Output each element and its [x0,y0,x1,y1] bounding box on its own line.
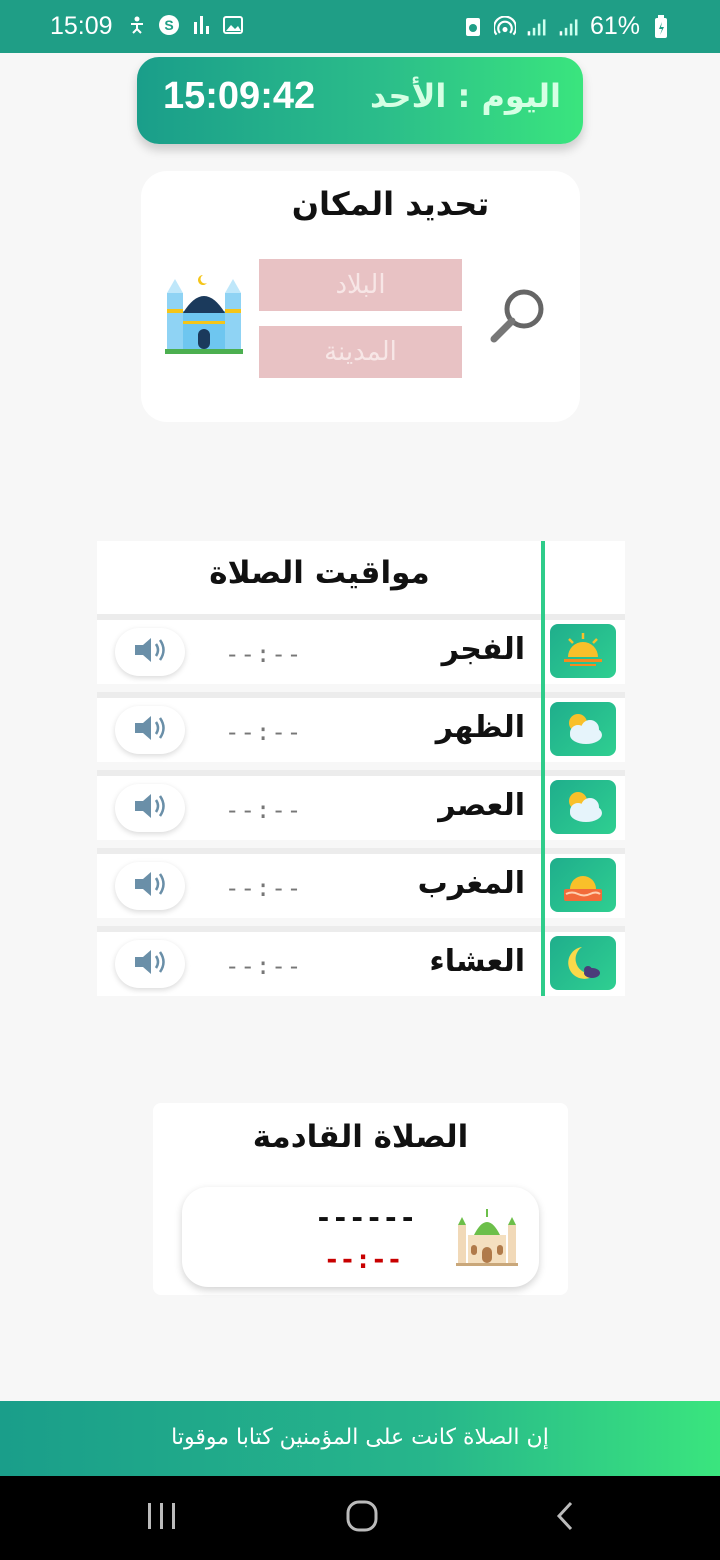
speaker-icon [131,868,169,904]
prayer-row-dhuhr: الظهر --:-- [97,692,625,762]
current-day: اليوم : الأحد [370,77,561,115]
accessibility-icon [126,14,148,36]
sun-cloud-icon [550,702,616,756]
battery-percent: 61% [589,12,640,40]
recent-apps-icon [145,1501,179,1535]
location-title: تحديد المكان [291,185,490,223]
prayer-name: العصر [438,788,525,823]
hotspot-icon [493,15,516,38]
prayer-times-header: مواقيت الصلاة [97,541,625,614]
prayer-time: --:-- [225,640,303,668]
speaker-icon [131,634,169,670]
verse-footer: إن الصلاة كانت على المؤمنين كتابا موقوتا [0,1401,720,1476]
search-icon[interactable] [488,285,550,347]
city-input[interactable] [259,326,462,378]
s-app-icon: S [158,14,180,36]
sunrise-icon [550,624,616,678]
moon-icon [550,936,616,990]
next-prayer-panel: ------ --:-- [182,1187,539,1287]
status-notification-icons: S [126,14,244,36]
cell-signal-icon [526,16,548,38]
verse-text: إن الصلاة كانت على المؤمنين كتابا موقوتا [171,1425,549,1450]
table-divider [541,541,545,996]
cell-signal-2-icon [558,16,580,38]
home-icon [345,1499,379,1537]
status-time: 15:09 [50,12,113,40]
image-icon [222,14,244,36]
mosque-icon [454,1207,520,1267]
prayer-row-fajr: الفجر --:-- [97,614,625,684]
prayer-row-asr: العصر --:-- [97,770,625,840]
isha-sound-button[interactable] [115,940,185,988]
next-prayer-name: ------ [315,1201,417,1234]
prayer-name: المغرب [417,866,525,901]
location-card: تحديد المكان [141,171,580,422]
next-prayer-title: الصلاة القادمة [252,1119,469,1155]
prayer-times-title: مواقيت الصلاة [209,555,430,591]
dhuhr-sound-button[interactable] [115,706,185,754]
prayer-name: الظهر [435,710,525,745]
navigation-bar [0,1476,720,1560]
prayer-row-maghrib: المغرب --:-- [97,848,625,918]
prayer-time: --:-- [225,796,303,824]
next-prayer-time: --:-- [324,1245,403,1275]
speaker-icon [131,946,169,982]
prayer-row-isha: العشاء --:-- [97,926,625,996]
signal-bars-icon [190,14,212,36]
status-system-icons: 61% [462,12,672,41]
status-bar: 15:09 S 61% [0,0,720,53]
prayer-name: العشاء [429,944,525,979]
prayer-name: الفجر [441,632,525,667]
prayer-time: --:-- [225,952,303,980]
maghrib-sound-button[interactable] [115,862,185,910]
day-time-banner: 15:09:42 اليوم : الأحد [137,57,583,144]
home-button[interactable] [337,1496,387,1540]
country-input[interactable] [259,259,462,311]
fajr-sound-button[interactable] [115,628,185,676]
sunset-icon [550,858,616,912]
sun-cloud-icon [550,780,616,834]
recent-apps-button[interactable] [137,1496,187,1540]
mosque-icon [163,271,245,355]
prayer-time: --:-- [225,718,303,746]
speaker-icon [131,712,169,748]
svg-text:S: S [164,17,173,33]
back-button[interactable] [540,1496,590,1540]
back-icon [553,1500,577,1536]
next-prayer-card: الصلاة القادمة ------ --:-- [153,1103,568,1295]
asr-sound-button[interactable] [115,784,185,832]
speaker-icon [131,790,169,826]
prayer-times-table: مواقيت الصلاة الفجر --:-- الظهر --:-- ال… [97,541,625,996]
prayer-time: --:-- [225,874,303,902]
recycle-icon [462,16,484,38]
battery-icon [650,14,672,38]
current-time: 15:09:42 [163,75,316,117]
